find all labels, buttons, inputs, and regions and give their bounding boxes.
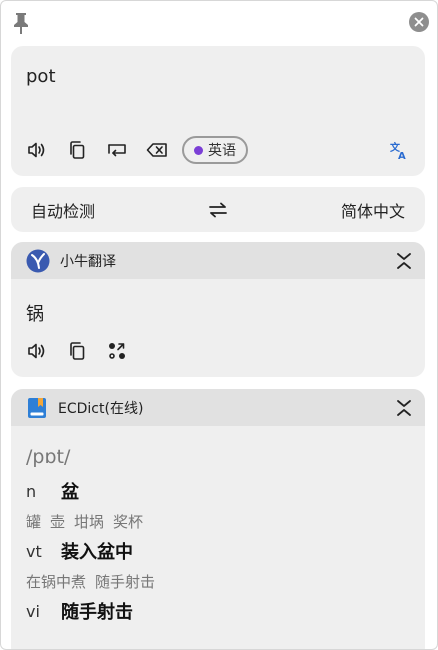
pin-icon[interactable] — [11, 10, 31, 36]
copy-icon[interactable] — [66, 340, 88, 362]
definition-meaning: 装入盆中 — [61, 542, 133, 563]
swap-languages-icon[interactable] — [207, 199, 229, 221]
translate-icon[interactable]: 文 A — [389, 140, 409, 162]
target-language-select[interactable]: 简体中文 — [341, 198, 405, 222]
source-language-select[interactable]: 自动检测 — [31, 198, 95, 222]
related-word: 奖杯 — [113, 512, 144, 531]
source-text-input[interactable]: pot — [26, 66, 56, 87]
speaker-icon[interactable] — [26, 139, 48, 161]
input-toolbar: 英语 — [26, 135, 248, 165]
language-dot-icon — [194, 145, 203, 155]
close-icon[interactable] — [409, 12, 429, 32]
related-words-row: 罐 壶 坩埚 奖杯 — [26, 506, 406, 536]
copy-icon[interactable] — [66, 139, 88, 161]
collapse-icon[interactable] — [395, 251, 413, 271]
translation-service-name: 小牛翻译 — [60, 253, 116, 270]
translation-service-header[interactable]: 小牛翻译 — [11, 242, 425, 279]
clear-text-icon[interactable] — [146, 139, 168, 161]
related-word: 在锅中煮 — [26, 572, 87, 591]
insert-result-icon[interactable] — [106, 340, 128, 362]
collapse-icon[interactable] — [395, 398, 413, 418]
definition-row: vi 随手射击 — [26, 596, 406, 626]
niutrans-logo-icon — [26, 249, 50, 272]
speaker-icon[interactable] — [26, 340, 48, 362]
book-icon — [28, 397, 46, 418]
definition-meaning: 盆 — [61, 482, 79, 503]
result-toolbar — [26, 340, 146, 362]
dictionary-content: /pɒt/ n 盆 罐 壶 坩埚 奖杯 vt 装入盆中 在锅中煮 随手射击 vi — [26, 446, 406, 626]
related-word: 壶 — [50, 512, 66, 531]
related-word: 罐 — [26, 512, 42, 531]
related-word: 随手射击 — [95, 572, 156, 591]
svg-text:A: A — [398, 151, 406, 160]
part-of-speech: vi — [26, 601, 40, 621]
translation-result-panel: 小牛翻译 锅 — [11, 242, 425, 377]
source-input-panel: pot 英语 文 A — [11, 46, 425, 176]
dictionary-panel: ECDict(在线) /pɒt/ n 盆 罐 壶 坩埚 奖杯 vt 装入盆中 在… — [11, 389, 425, 649]
part-of-speech: n — [26, 481, 37, 501]
dictionary-service-name: ECDict(在线) — [58, 400, 144, 417]
detected-language-chip[interactable]: 英语 — [182, 136, 248, 164]
related-word: 坩埚 — [74, 512, 105, 531]
definition-meaning: 随手射击 — [61, 602, 133, 623]
translator-window: pot 英语 文 A 自动检测 简体中文 小牛翻译 锅 ECDict(在线) /… — [0, 0, 438, 650]
definition-row: vt 装入盆中 — [26, 536, 406, 566]
detected-language-label: 英语 — [208, 143, 236, 159]
translation-result-text: 锅 — [26, 304, 44, 325]
related-words-row: 在锅中煮 随手射击 — [26, 566, 406, 596]
phonetic-text: /pɒt/ — [26, 446, 71, 468]
dictionary-service-header[interactable]: ECDict(在线) — [11, 389, 425, 426]
part-of-speech: vt — [26, 541, 42, 561]
line-break-icon[interactable] — [106, 139, 128, 161]
definition-row: n 盆 — [26, 476, 406, 506]
language-selector-bar: 自动检测 简体中文 — [11, 187, 425, 232]
